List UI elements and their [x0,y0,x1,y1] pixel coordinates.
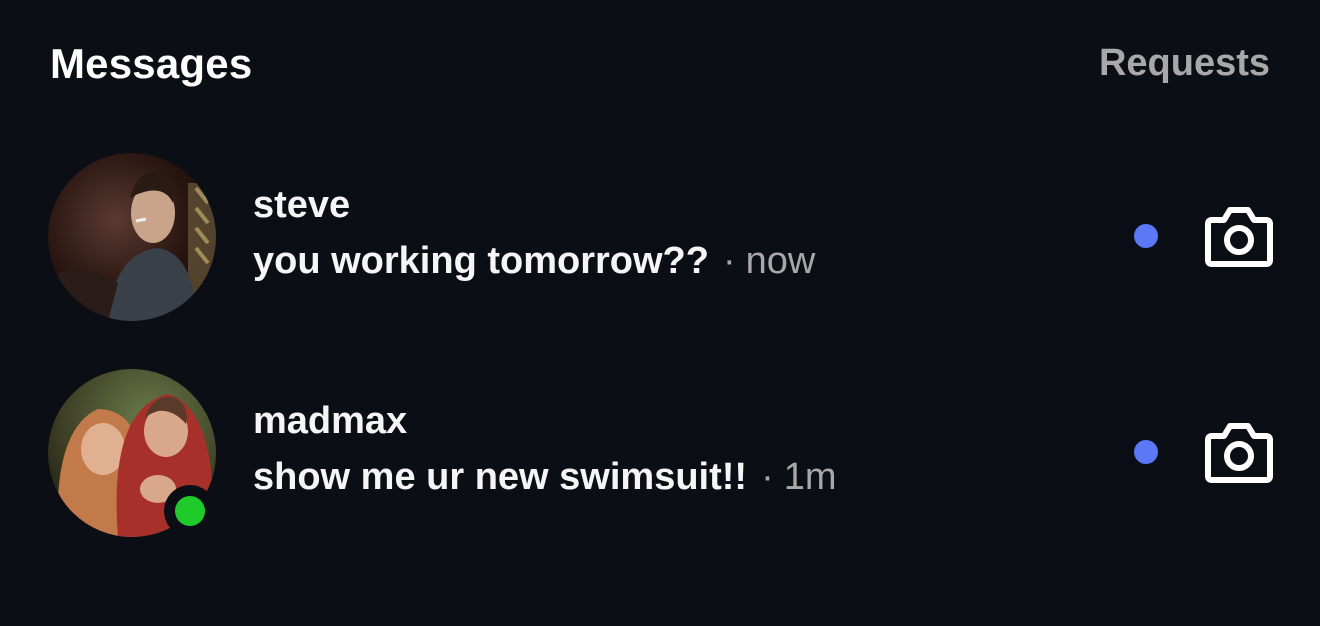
page-title: Messages [50,40,253,87]
separator: · [722,240,736,282]
thread-preview: you working tomorrow?? · now [253,240,815,283]
avatar-image [48,153,216,321]
inbox-header: Messages Requests [0,0,1320,130]
thread-message: you working tomorrow?? [253,240,709,282]
requests-tab[interactable]: Requests [1099,42,1270,85]
thread-username: madmax [253,400,408,442]
thread-item-madmax[interactable]: madmax show me ur new swimsuit!! · 1m [0,352,1320,552]
camera-icon[interactable] [1204,204,1274,268]
thread-item-steve[interactable]: steve you working tomorrow?? · now [0,136,1320,336]
avatar-steve[interactable] [48,153,216,321]
thread-time: now [745,240,816,282]
unread-dot-icon [1134,224,1158,248]
thread-preview: show me ur new swimsuit!! · 1m [253,456,837,499]
separator: · [761,456,774,498]
thread-username: steve [253,184,351,226]
camera-icon[interactable] [1204,420,1274,484]
unread-dot-icon [1134,440,1158,464]
avatar-madmax[interactable] [48,369,216,537]
thread-time: 1m [783,456,837,498]
online-status-icon [164,485,216,537]
thread-message: show me ur new swimsuit!! [253,456,748,498]
